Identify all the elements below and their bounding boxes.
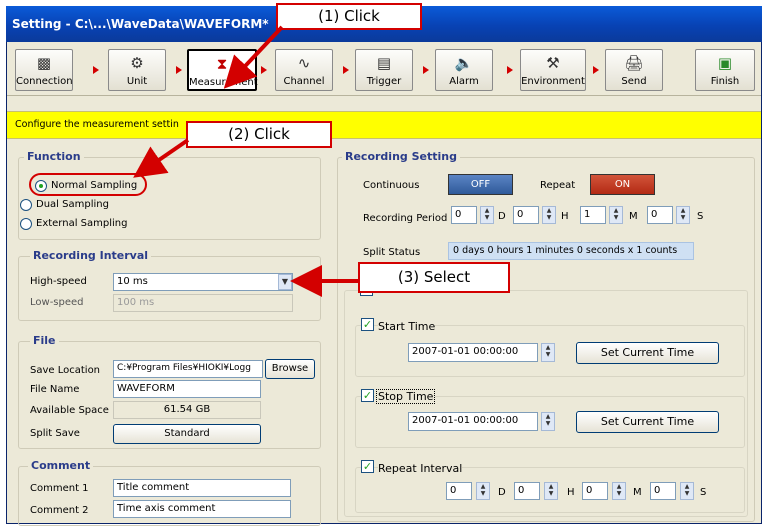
- arrow-to-normal-sampling-icon: [133, 138, 190, 178]
- callout-arrows: [133, 25, 358, 297]
- arrow-to-measurement-icon: [223, 25, 284, 89]
